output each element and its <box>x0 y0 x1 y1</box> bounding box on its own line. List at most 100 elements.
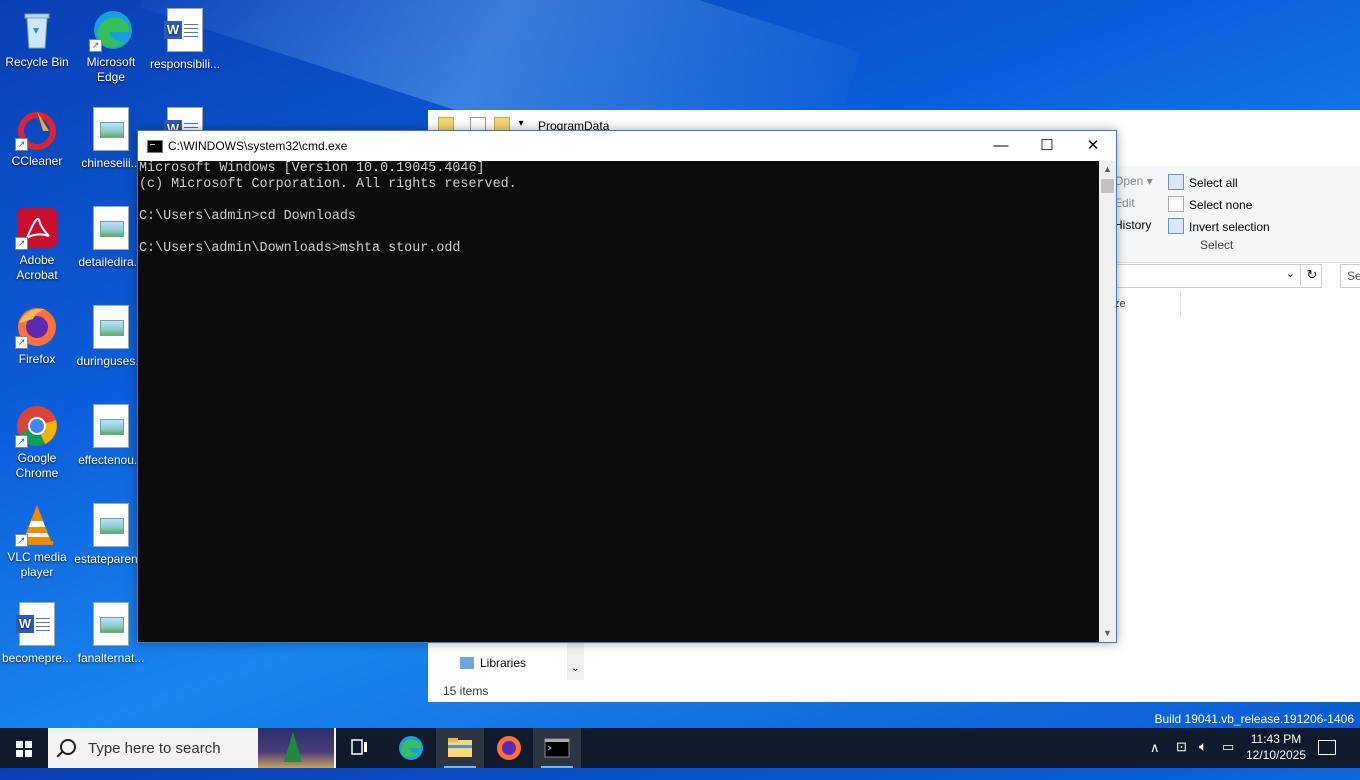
scrollbar-thumb[interactable] <box>1101 179 1114 193</box>
ribbon-group-label: Select <box>1200 238 1234 252</box>
watermark-logo: ANY.RUN <box>1118 660 1328 709</box>
image-file-icon <box>93 107 129 151</box>
console-line: (c) Microsoft Corporation. All rights re… <box>139 177 517 192</box>
file-explorer-icon <box>448 738 472 757</box>
desktop-icon-recycle-bin[interactable]: Recycle Bin <box>0 8 74 70</box>
scroll-down-icon[interactable]: ▼ <box>1099 625 1116 642</box>
history-button[interactable]: History <box>1114 218 1151 232</box>
scroll-up-icon[interactable]: ▲ <box>1099 161 1116 178</box>
desktop-icon-label: Google Chrome <box>15 451 59 480</box>
shortcut-arrow-icon: ↗ <box>89 39 102 52</box>
console-line: C:\Users\admin\Downloads>mshta stour.odd <box>139 241 461 256</box>
console-line: Microsoft Windows [Version 10.0.19045.40… <box>139 161 485 176</box>
desktop-icon-vlc[interactable]: ↗ VLC media player <box>0 503 74 580</box>
shortcut-arrow-icon: ↗ <box>15 534 28 547</box>
vlc-cone-icon: ↗ <box>15 503 59 547</box>
desktop-icon-label: Microsoft Edge <box>86 55 136 84</box>
search-input[interactable]: Se <box>1340 264 1360 288</box>
image-file-icon <box>93 503 129 547</box>
libraries-icon <box>460 657 474 669</box>
network-icon[interactable]: ▭ <box>1222 739 1234 779</box>
build-info: Build 19041.vb_release.191206-1406 <box>1154 712 1355 726</box>
console-output[interactable]: Microsoft Windows [Version 10.0.19045.40… <box>138 161 1099 642</box>
ccleaner-icon: ↗ <box>15 107 59 151</box>
invert-selection-button[interactable]: Invert selection <box>1168 218 1270 234</box>
desktop-icon-ccleaner[interactable]: ↗ CCleaner <box>0 107 74 169</box>
shortcut-arrow-icon: ↗ <box>15 435 28 448</box>
microsoft-edge-icon: ↗ <box>89 8 133 52</box>
firefox-icon <box>497 736 521 760</box>
desktop-icon-label: responsibili... <box>149 57 221 71</box>
christmas-tree-icon <box>284 732 302 762</box>
desktop-icon-label: Firefox <box>18 352 56 366</box>
google-chrome-icon: ↗ <box>15 404 59 448</box>
refresh-icon[interactable]: ↻ <box>1300 264 1323 286</box>
desktop-icon-label: becomepre... <box>1 651 73 665</box>
taskbar-firefox[interactable] <box>485 728 533 768</box>
select-all-icon <box>1168 174 1184 190</box>
clock-time: 11:43 PM <box>1250 732 1302 746</box>
shortcut-arrow-icon: ↗ <box>15 336 28 349</box>
console-scrollbar[interactable]: ▲ ▼ <box>1099 161 1116 642</box>
cmd-title-bar[interactable]: C:\WINDOWS\system32\cmd.exe — ☐ ✕ <box>138 131 1116 161</box>
desktop-icon-label: fanalternat... <box>77 651 145 665</box>
status-item-count: 15 items <box>443 684 489 698</box>
adobe-acrobat-icon: ↗ <box>15 206 59 250</box>
firefox-icon: ↗ <box>15 305 59 349</box>
taskbar-edge[interactable] <box>387 728 435 768</box>
start-button[interactable] <box>0 728 48 768</box>
select-none-icon <box>1168 196 1184 212</box>
select-all-button[interactable]: Select all <box>1168 174 1238 190</box>
search-placeholder: Type here to search <box>88 740 221 757</box>
taskbar-search-box[interactable]: Type here to search <box>48 728 336 768</box>
chevron-down-icon[interactable]: ⌄ <box>1286 267 1295 280</box>
desktop-icon-firefox[interactable]: ↗ Firefox <box>0 305 74 367</box>
shortcut-arrow-icon: ↗ <box>15 237 28 250</box>
minimize-button[interactable]: — <box>978 131 1024 161</box>
select-none-button[interactable]: Select none <box>1168 196 1252 212</box>
search-icon <box>60 739 76 755</box>
image-file-icon <box>93 404 129 448</box>
meet-now-icon[interactable]: ⊡ <box>1176 739 1187 779</box>
desktop-icon-google-chrome[interactable]: ↗ Google Chrome <box>0 404 74 481</box>
cmd-icon <box>544 738 570 758</box>
task-view-icon <box>351 739 367 755</box>
notification-center-icon[interactable] <box>1318 740 1336 755</box>
nav-pane-scroll-down[interactable]: ⌄ <box>567 640 584 680</box>
desktop-icon-label: Adobe Acrobat <box>16 253 58 282</box>
cmd-window[interactable]: C:\WINDOWS\system32\cmd.exe — ☐ ✕ Micros… <box>137 130 1117 643</box>
image-file-icon <box>93 602 129 646</box>
desktop-icon-becomepre[interactable]: W becomepre... <box>0 602 74 666</box>
task-view-button[interactable] <box>336 728 384 768</box>
desktop-icon-responsibili[interactable]: W responsibili... <box>148 8 222 72</box>
edit-button[interactable]: Edit <box>1114 196 1135 210</box>
clock-date: 12/10/2025 <box>1245 748 1307 762</box>
taskbar-file-explorer[interactable] <box>436 728 484 768</box>
cmd-icon <box>147 140 163 153</box>
recycle-bin-icon <box>15 8 59 52</box>
windows-logo-icon <box>16 741 32 757</box>
volume-icon[interactable]: 🔈︎ <box>1199 738 1207 778</box>
image-file-icon <box>93 206 129 250</box>
show-hidden-icons-chevron-icon[interactable]: ∧ <box>1150 740 1160 780</box>
maximize-button[interactable]: ☐ <box>1024 131 1070 161</box>
column-divider <box>1180 292 1181 316</box>
desktop-icon-label: Recycle Bin <box>5 55 69 69</box>
nav-item-libraries[interactable]: Libraries <box>460 656 526 670</box>
open-button[interactable]: Open ▾ <box>1114 174 1153 188</box>
console-line: C:\Users\admin>cd Downloads <box>139 209 356 224</box>
image-file-icon <box>93 305 129 349</box>
word-document-icon: W <box>16 602 55 646</box>
taskbar-clock[interactable]: 11:43 PM 12/10/2025 <box>1244 731 1308 763</box>
desktop-icon-microsoft-edge[interactable]: ↗ Microsoft Edge <box>74 8 148 85</box>
taskbar: Type here to search ∧ ⊡ 🔈︎ ▭ 11:43 PM 12… <box>0 728 1360 768</box>
close-button[interactable]: ✕ <box>1070 131 1116 161</box>
desktop-icon-adobe-acrobat[interactable]: ↗ Adobe Acrobat <box>0 206 74 283</box>
desktop-icon-label: VLC media player <box>7 550 67 579</box>
address-bar[interactable]: ⌄ ↻ <box>1114 264 1322 288</box>
invert-selection-icon <box>1168 218 1184 234</box>
word-document-icon: W <box>164 8 203 52</box>
taskbar-cmd[interactable] <box>533 728 581 768</box>
shortcut-arrow-icon: ↗ <box>15 138 28 151</box>
quick-access-dropdown-icon[interactable]: ▾ <box>514 117 528 131</box>
